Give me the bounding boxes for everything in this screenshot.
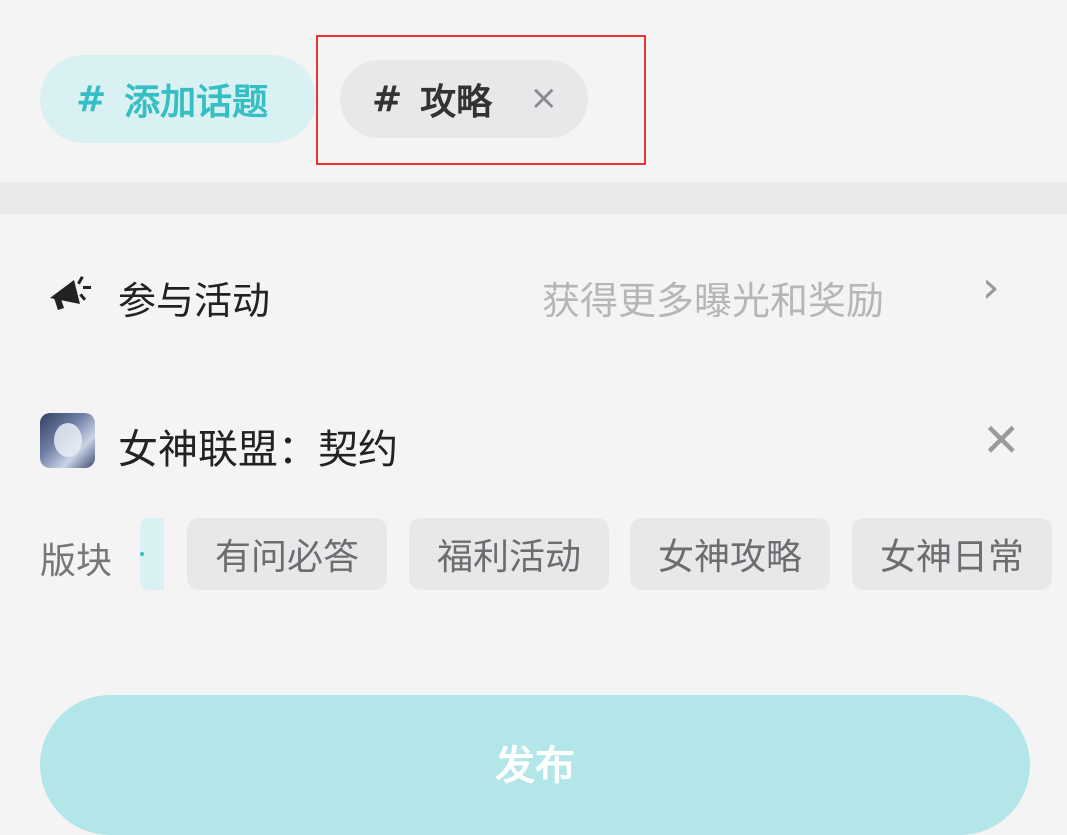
game-avatar — [40, 413, 95, 468]
game-title: 女神联盟：契约 — [118, 427, 398, 473]
board-chip[interactable]: 女神日常 — [852, 518, 1052, 590]
board-chip[interactable]: 有问必答 — [187, 518, 387, 590]
highlight-annotation-box — [316, 35, 646, 165]
board-chip-partial[interactable] — [140, 518, 164, 590]
section-divider — [0, 182, 1067, 214]
publish-button[interactable]: 发布 — [40, 695, 1030, 835]
activity-hint: 获得更多曝光和奖励 — [542, 279, 885, 323]
chevron-right-icon[interactable]: › — [982, 262, 1000, 313]
megaphone-icon — [50, 276, 91, 310]
add-topic-label: 添加话题 — [124, 82, 269, 123]
board-chip[interactable]: 福利活动 — [409, 518, 609, 590]
add-topic-chip[interactable]: # 添加话题 — [40, 55, 316, 143]
game-avatar-figure — [54, 423, 82, 457]
remove-game-icon[interactable]: ✕ — [982, 413, 1021, 467]
board-chip[interactable]: 女神攻略 — [630, 518, 830, 590]
hash-icon: # — [76, 78, 107, 120]
board-label: 版块 — [40, 541, 113, 582]
activity-title: 参与活动 — [118, 279, 271, 323]
